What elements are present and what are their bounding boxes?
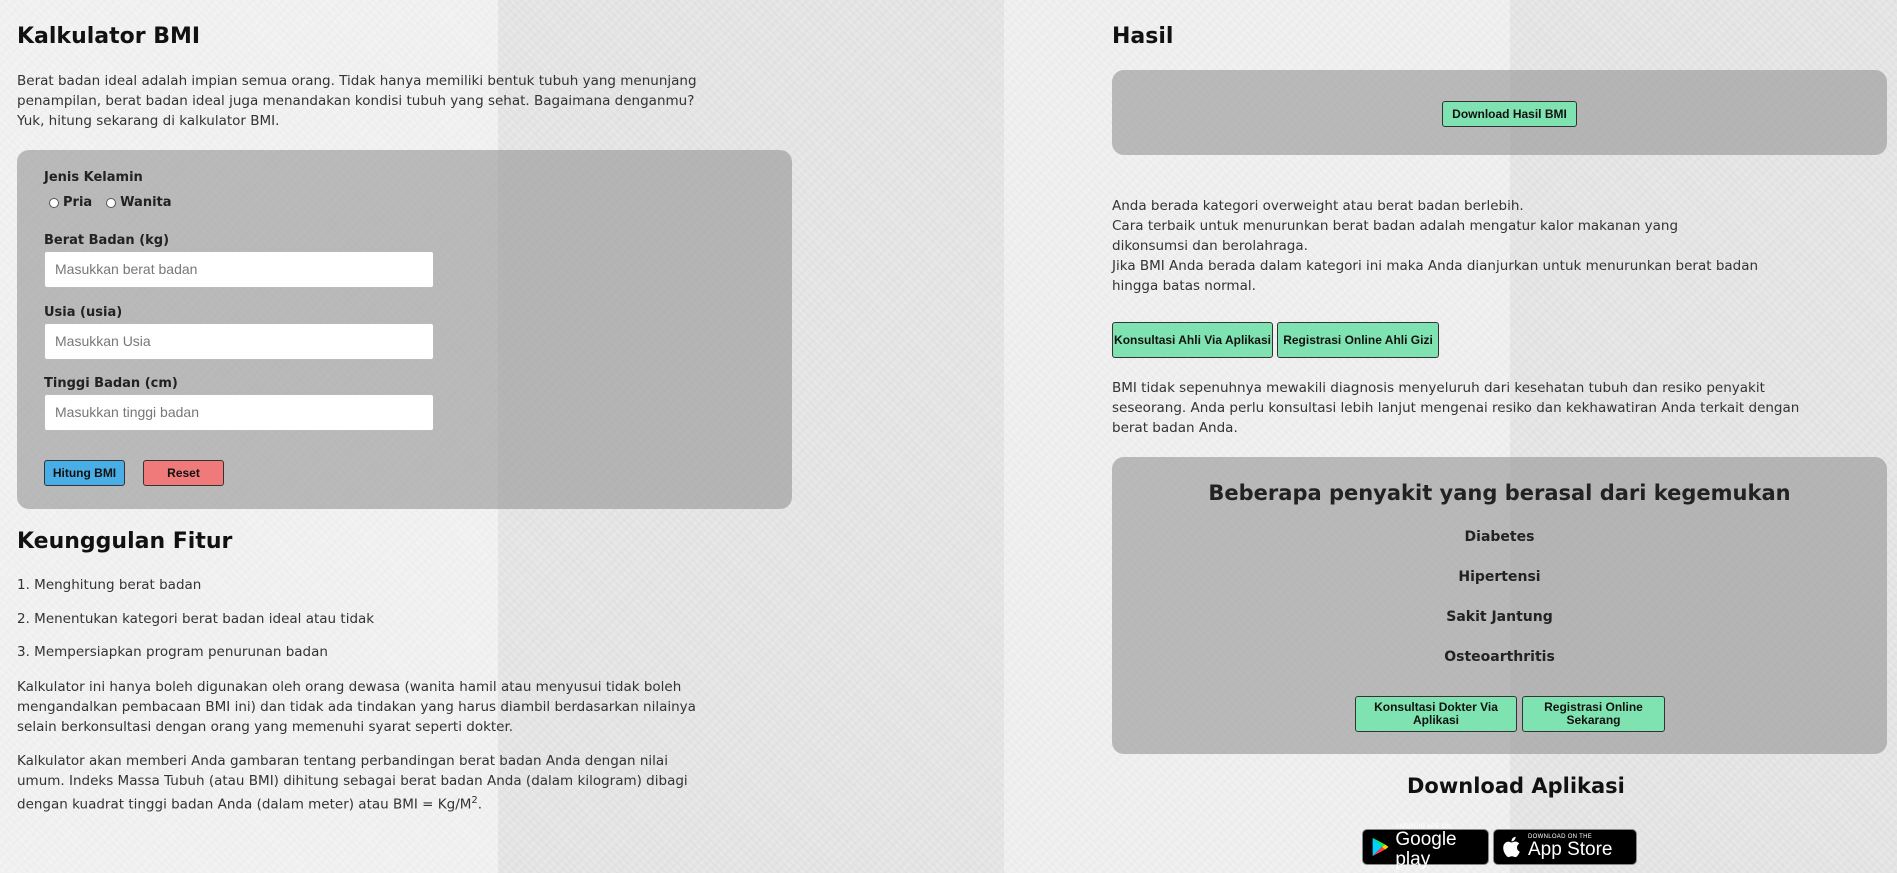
feature-item: 3. Mempersiapkan program penurunan badan <box>17 644 328 660</box>
result-line: hingga batas normal. <box>1112 278 1256 294</box>
formula-note-line: umum. Indeks Massa Tubuh (atau BMI) dihi… <box>17 773 688 789</box>
usage-note-line: mengandalkan pembacaan BMI ini) dan tida… <box>17 699 696 715</box>
intro-line: Berat badan ideal adalah impian semua or… <box>17 73 697 89</box>
disclaimer-line: BMI tidak sepenuhnya mewakili diagnosis … <box>1112 380 1765 396</box>
google-play-icon <box>1372 837 1389 857</box>
height-label: Tinggi Badan (cm) <box>44 376 178 391</box>
consult-doctor-app-button[interactable]: Konsultasi Dokter Via Aplikasi <box>1355 696 1517 732</box>
result-line: dikonsumsi dan berolahraga. <box>1112 238 1308 254</box>
calculate-bmi-button[interactable]: Hitung BMI <box>44 460 125 486</box>
weight-input[interactable]: Masukkan berat badan <box>44 251 434 288</box>
consult-expert-app-button[interactable]: Konsultasi Ahli Via Aplikasi <box>1112 322 1273 358</box>
weight-label: Berat Badan (kg) <box>44 233 170 248</box>
diseases-card: Beberapa penyakit yang berasal dari kege… <box>1112 457 1887 754</box>
reset-button[interactable]: Reset <box>143 460 224 486</box>
bmi-formula-note: Kalkulator akan memberi Anda gambaran te… <box>17 751 688 815</box>
disease-item: Hipertensi <box>1458 569 1541 585</box>
features-title: Keunggulan Fitur <box>17 529 233 554</box>
result-line: Cara terbaik untuk menurunkan berat bada… <box>1112 218 1679 234</box>
download-result-button[interactable]: Download Hasil BMI <box>1442 101 1577 127</box>
register-now-button[interactable]: Registrasi Online Sekarang <box>1522 696 1665 732</box>
apple-icon <box>1503 836 1520 858</box>
formula-text: dengan kuadrat tinggi badan Anda (dalam … <box>17 796 472 813</box>
app-store-badge[interactable]: DOWNLOAD ON THE App Store <box>1493 829 1637 865</box>
radio-wanita[interactable] <box>106 197 117 208</box>
bmi-form-card: Jenis Kelamin Pria Wanita Berat Badan (k… <box>17 150 792 509</box>
radio-pria[interactable] <box>49 197 59 208</box>
radio-pria-label[interactable]: Pria <box>63 195 92 210</box>
result-text: Anda berada kategori overweight atau ber… <box>1112 196 1758 296</box>
result-line: Anda berada kategori overweight atau ber… <box>1112 198 1524 214</box>
disclaimer-line: seseorang. Anda perlu konsultasi lebih l… <box>1112 400 1800 416</box>
google-play-badge[interactable]: ANDROID APP ON Google play <box>1362 824 1489 870</box>
disclaimer-text: BMI tidak sepenuhnya mewakili diagnosis … <box>1112 378 1799 438</box>
diseases-title: Beberapa penyakit yang berasal dari kege… <box>1208 481 1791 505</box>
result-card: Download Hasil BMI <box>1112 70 1887 155</box>
result-line: Jika BMI Anda berada dalam kategori ini … <box>1112 258 1759 274</box>
disclaimer-line: berat badan Anda. <box>1112 420 1238 436</box>
register-nutritionist-button[interactable]: Registrasi Online Ahli Gizi <box>1277 322 1439 358</box>
disease-item: Diabetes <box>1464 529 1535 545</box>
age-label: Usia (usia) <box>44 305 123 320</box>
gender-label: Jenis Kelamin <box>44 170 143 185</box>
formula-note-line: Kalkulator akan memberi Anda gambaran te… <box>17 753 668 769</box>
radio-wanita-label[interactable]: Wanita <box>120 195 171 210</box>
gender-radio-group: Pria Wanita <box>49 195 172 210</box>
disease-item: Osteoarthritis <box>1444 649 1555 665</box>
disease-item: Sakit Jantung <box>1446 609 1553 625</box>
app-store-big-text: App Store <box>1528 839 1613 860</box>
download-app-title: Download Aplikasi <box>1407 774 1625 798</box>
formula-end: . <box>477 796 483 813</box>
result-title: Hasil <box>1112 24 1174 49</box>
app-store-text: DOWNLOAD ON THE App Store <box>1528 834 1613 860</box>
formula-note-line: dengan kuadrat tinggi badan Anda (dalam … <box>17 791 688 815</box>
google-play-text: ANDROID APP ON Google play <box>1395 824 1480 870</box>
intro-line: Yuk, hitung sekarang di kalkulator BMI. <box>17 113 280 129</box>
usage-note: Kalkulator ini hanya boleh digunakan ole… <box>17 677 696 737</box>
page-title: Kalkulator BMI <box>17 24 201 49</box>
intro-text: Berat badan ideal adalah impian semua or… <box>17 71 697 131</box>
google-play-big-text: Google play <box>1395 829 1457 870</box>
height-input[interactable]: Masukkan tinggi badan <box>44 394 434 431</box>
age-input[interactable]: Masukkan Usia <box>44 323 434 360</box>
usage-note-line: selain berkonsultasi dengan orang yang m… <box>17 719 514 735</box>
intro-line: penampilan, berat badan ideal juga menan… <box>17 93 695 109</box>
feature-item: 2. Menentukan kategori berat badan ideal… <box>17 611 375 627</box>
usage-note-line: Kalkulator ini hanya boleh digunakan ole… <box>17 679 682 695</box>
feature-item: 1. Menghitung berat badan <box>17 577 202 593</box>
